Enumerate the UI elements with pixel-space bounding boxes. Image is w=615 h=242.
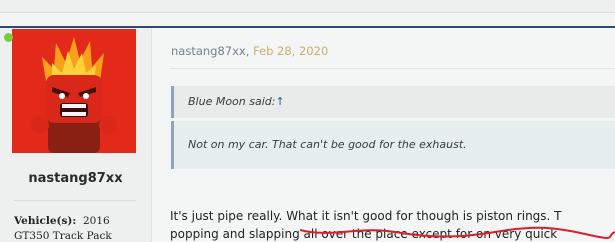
angry-flame-character-icon xyxy=(12,29,136,153)
message-line-1: It's just pipe really. What it isn't goo… xyxy=(170,209,562,223)
online-status-indicator xyxy=(4,33,13,42)
meta-divider xyxy=(170,68,615,69)
message-part-2: What it isn't good for though is piston … xyxy=(286,209,562,223)
post-author-link[interactable]: nastang87xx xyxy=(171,44,246,58)
top-bar xyxy=(0,0,615,13)
vehicle-info-line-1: Vehicle(s): 2016 xyxy=(14,215,110,227)
vehicle-year: 2016 xyxy=(82,215,110,227)
quote-attribution: Blue Moon said:↑ xyxy=(188,95,285,108)
avatar[interactable] xyxy=(12,29,136,153)
meta-separator: , xyxy=(245,44,254,58)
message-part-1: It's just pipe really. xyxy=(170,209,287,223)
sidebar-divider xyxy=(14,200,136,201)
quote-author: Blue Moon said: xyxy=(188,95,276,108)
post-date-link[interactable]: Feb 28, 2020 xyxy=(253,44,328,58)
red-annotation-squiggle xyxy=(300,226,615,239)
quote-jump-arrow-icon[interactable]: ↑ xyxy=(275,95,284,108)
vehicle-label: Vehicle(s): xyxy=(14,215,77,227)
post-meta: nastang87xx, Feb 28, 2020 xyxy=(171,44,328,58)
quote-text: Not on my car. That can't be good for th… xyxy=(188,138,467,151)
vehicle-info-line-2: GT350 Track Pack xyxy=(14,230,112,242)
sidebar-username[interactable]: nastang87xx xyxy=(0,171,151,186)
